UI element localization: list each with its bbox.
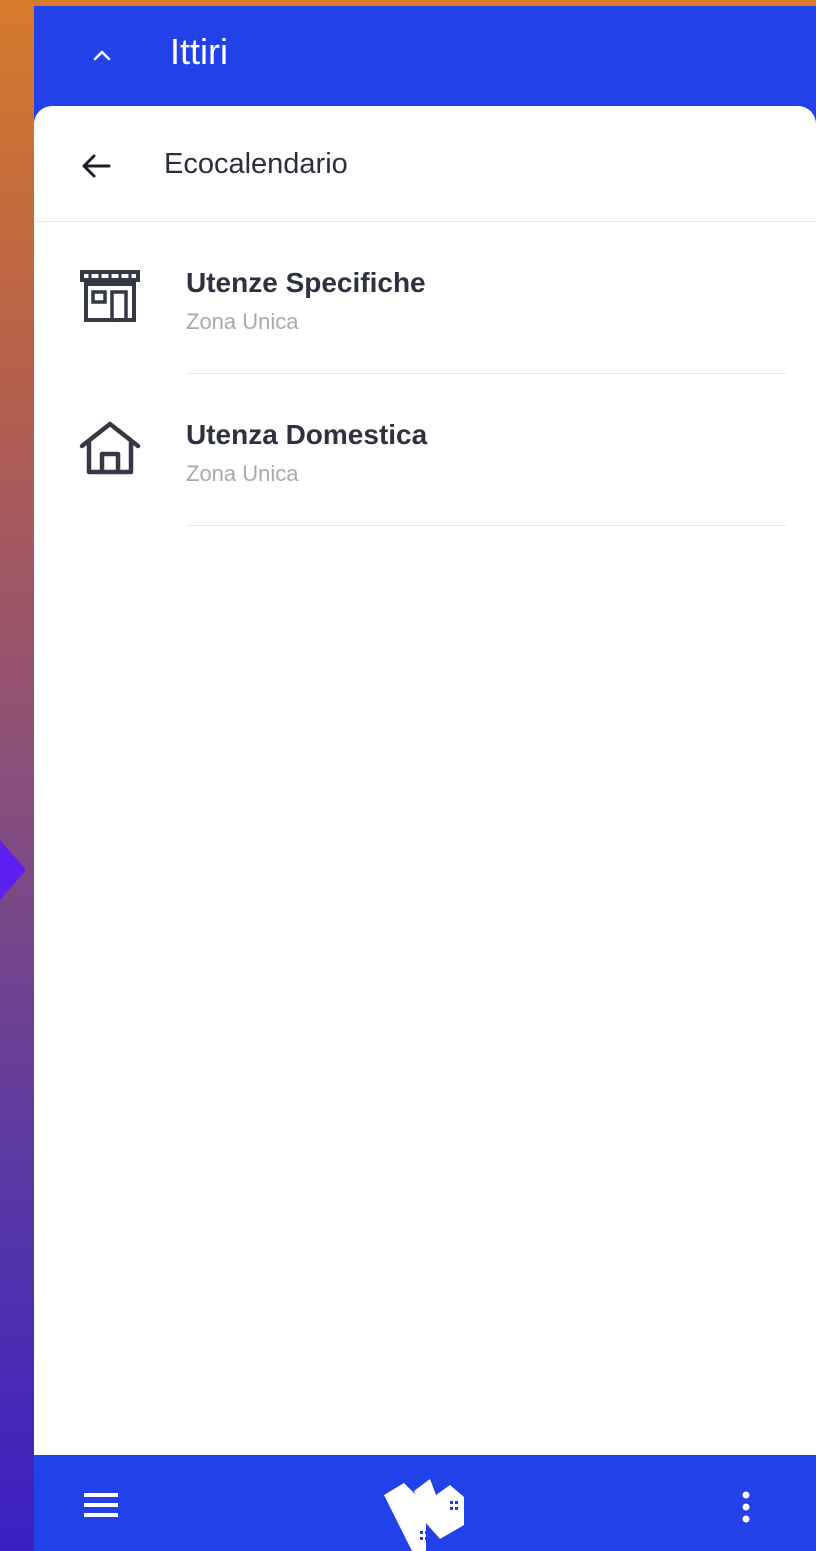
list-item-subtitle: Zona Unica: [186, 309, 299, 334]
top-app-bar: Ittiri: [34, 6, 816, 106]
store-icon: [80, 270, 140, 322]
list-item-utenze-specifiche[interactable]: Utenze Specifiche Zona Unica: [34, 222, 816, 374]
list-item-title: Utenza Domestica: [186, 419, 428, 450]
side-arrow-decoration: [0, 840, 26, 900]
divider: [186, 525, 786, 526]
app-logo[interactable]: [380, 1475, 470, 1551]
menu-icon[interactable]: [82, 1489, 122, 1521]
list-item-title: Utenze Specifiche: [186, 267, 426, 298]
content-card: Ecocalendario Utenze Specifiche Zona Uni…: [34, 106, 816, 1455]
list-item-utenza-domestica[interactable]: Utenza Domestica Zona Unica: [34, 374, 816, 526]
bottom-app-bar: [34, 1455, 816, 1551]
more-vert-icon[interactable]: [734, 1489, 758, 1529]
page-title: Ittiri: [170, 31, 228, 72]
home-icon: [79, 421, 141, 475]
list-item-subtitle: Zona Unica: [186, 461, 299, 486]
section-title: Ecocalendario: [164, 148, 348, 180]
chevron-up-icon[interactable]: [90, 44, 114, 68]
back-arrow-icon[interactable]: [78, 148, 114, 184]
category-list: Utenze Specifiche Zona Unica Utenza Dome…: [34, 222, 816, 526]
app-window: Ittiri Ecocalendario Utenze Specifiche Z…: [34, 6, 816, 1551]
section-header: Ecocalendario: [34, 106, 816, 222]
